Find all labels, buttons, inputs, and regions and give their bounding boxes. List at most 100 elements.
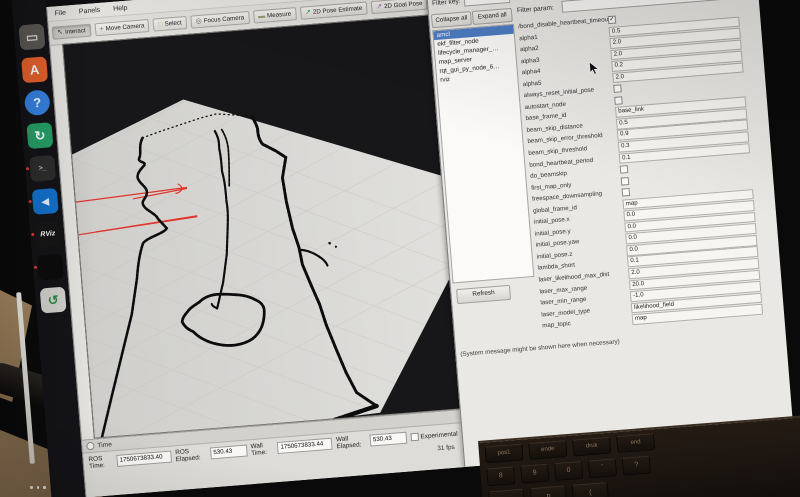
param-name: map_topic	[542, 320, 571, 329]
keyboard-key: druk	[572, 437, 611, 457]
expand-all-button[interactable]: Expand all	[472, 8, 513, 25]
running-indicator	[31, 233, 34, 236]
time-field-value[interactable]: 530.43	[370, 432, 407, 447]
param-name: alpha5	[523, 79, 542, 87]
keyboard-key: pos1	[484, 444, 523, 464]
param-checkbox[interactable]	[621, 177, 630, 186]
terminal-icon[interactable]: >_	[29, 155, 56, 182]
occupancy-map-render	[63, 16, 459, 438]
param-checkbox[interactable]	[622, 188, 631, 197]
keyboard-key: 9	[520, 464, 549, 484]
tool-label: Focus Camera	[203, 14, 244, 24]
app-center-icon[interactable]: A	[21, 56, 48, 83]
parameter-list: /bond_disable_heartbeat_timeout✓alpha10.…	[514, 2, 783, 332]
time-field-label: Wall Elapsed:	[336, 434, 367, 450]
param-checkbox[interactable]	[613, 85, 622, 94]
param-name: alpha4	[522, 68, 541, 76]
system-message: (System message might be shown here when…	[460, 338, 620, 358]
filter-key-label: Filter key:	[432, 0, 461, 7]
rviz-3d-viewport[interactable]	[62, 15, 461, 439]
refresh-button[interactable]: Refresh	[456, 285, 511, 304]
rviz-icon[interactable]: RViz	[34, 221, 61, 248]
param-checkbox[interactable]: ✓	[608, 16, 617, 25]
tool-interact[interactable]: ↖Interact	[52, 24, 91, 40]
dock-glyph: RViz	[40, 230, 55, 238]
keyboard-key: end	[616, 433, 655, 453]
collapse-all-button[interactable]: Collapse all	[431, 11, 472, 28]
param-name: initial_pose.y	[535, 228, 571, 238]
tool-2d-pose-estimate[interactable]: ↗2D Pose Estimate	[300, 1, 368, 19]
running-indicator	[34, 266, 37, 269]
keyboard-key: ende	[528, 440, 567, 460]
tool-measure[interactable]: ▬Measure	[253, 7, 297, 23]
menu-help[interactable]: Help	[113, 4, 128, 12]
param-name: do_beamskip	[530, 170, 567, 180]
interact-icon: ↖	[57, 29, 63, 36]
time-field-value[interactable]: 1750673833.44	[277, 438, 333, 454]
param-name: autostart_node	[524, 101, 566, 111]
tool-label: 2D Pose Estimate	[313, 5, 363, 16]
param-name: alpha1	[519, 33, 538, 41]
menu-panels[interactable]: Panels	[79, 6, 101, 15]
tool-select[interactable]: □Select	[153, 16, 187, 32]
keyboard-key: o	[488, 489, 525, 497]
pose-estimate-icon: ↗	[305, 9, 311, 16]
param-name: alpha3	[521, 56, 540, 64]
dock-glyph: ▭	[25, 30, 38, 44]
move-camera-icon: +	[99, 26, 104, 33]
goal-pose-icon: ↗	[376, 3, 382, 10]
tool-2d-goal-pose[interactable]: ↗2D Goal Pose	[371, 0, 428, 14]
trash-icon[interactable]: ↺	[40, 287, 67, 314]
running-indicator	[29, 200, 32, 203]
select-icon: □	[158, 21, 163, 28]
time-field-label: Wall Time:	[250, 441, 274, 457]
tool-label: Interact	[65, 27, 86, 36]
dock-glyph: ◄	[38, 194, 52, 208]
keyboard-key: 8	[486, 466, 515, 486]
indicator-dots	[30, 486, 46, 489]
time-panel-title: Time	[97, 441, 112, 449]
param-checkbox[interactable]	[614, 96, 623, 105]
dock-glyph: >_	[38, 165, 47, 173]
param-name: first_map_only	[531, 181, 572, 191]
tool-focus-camera[interactable]: ◎Focus Camera	[190, 11, 250, 29]
app-grid-icon[interactable]	[37, 254, 64, 281]
param-name: initial_pose.x	[534, 216, 570, 226]
running-indicator	[26, 167, 29, 170]
param-name: base_frame_id	[525, 112, 566, 122]
experimental-label: Experimental	[420, 430, 458, 440]
screen-capture-app-icon[interactable]: ▭	[19, 23, 46, 50]
vscode-icon[interactable]: ◄	[32, 188, 59, 215]
menu-file[interactable]: File	[54, 9, 66, 17]
experimental-checkbox[interactable]	[410, 433, 419, 442]
software-updater-icon[interactable]: ↻	[26, 122, 53, 149]
tool-label: Move Camera	[105, 22, 144, 32]
clock-icon	[86, 442, 95, 451]
keyboard-key: ?	[622, 456, 651, 476]
dock-glyph: ↻	[34, 129, 46, 143]
keyboard-key: 0	[554, 461, 583, 481]
tool-move-camera[interactable]: +Move Camera	[94, 19, 150, 36]
mouse-cursor	[588, 61, 601, 76]
dock-glyph: ↺	[47, 293, 59, 307]
laptop-screen: ▭A?↻>_◄RViz↺ FilePanelsHelp ↖Interact+Mo…	[10, 0, 794, 497]
dock-glyph: ?	[33, 96, 42, 110]
param-checkbox[interactable]	[620, 165, 629, 174]
param-name: initial_pose.z	[536, 251, 572, 261]
param-name: global_frame_id	[533, 204, 577, 215]
experimental-toggle[interactable]: Experimental	[410, 430, 458, 442]
time-field-label: ROS Time:	[88, 454, 113, 470]
keyboard-key: (	[572, 482, 609, 497]
time-field-value[interactable]: 530.43	[210, 445, 247, 460]
time-field-value[interactable]: 1750673833.40	[116, 451, 172, 467]
photo-frame: ▭A?↻>_◄RViz↺ FilePanelsHelp ↖Interact+Mo…	[0, 0, 800, 497]
keyboard-key: ´	[588, 458, 617, 478]
param-name: initial_pose.yaw	[536, 239, 580, 249]
help-icon[interactable]: ?	[24, 89, 51, 116]
tool-label: Measure	[267, 11, 292, 20]
rviz-window: FilePanelsHelp ↖Interact+Move Camera□Sel…	[46, 0, 465, 497]
param-name: lambda_short	[537, 262, 575, 272]
measure-icon: ▬	[258, 13, 266, 21]
filter-key-input[interactable]	[463, 0, 510, 7]
param-name: alpha2	[520, 45, 539, 53]
